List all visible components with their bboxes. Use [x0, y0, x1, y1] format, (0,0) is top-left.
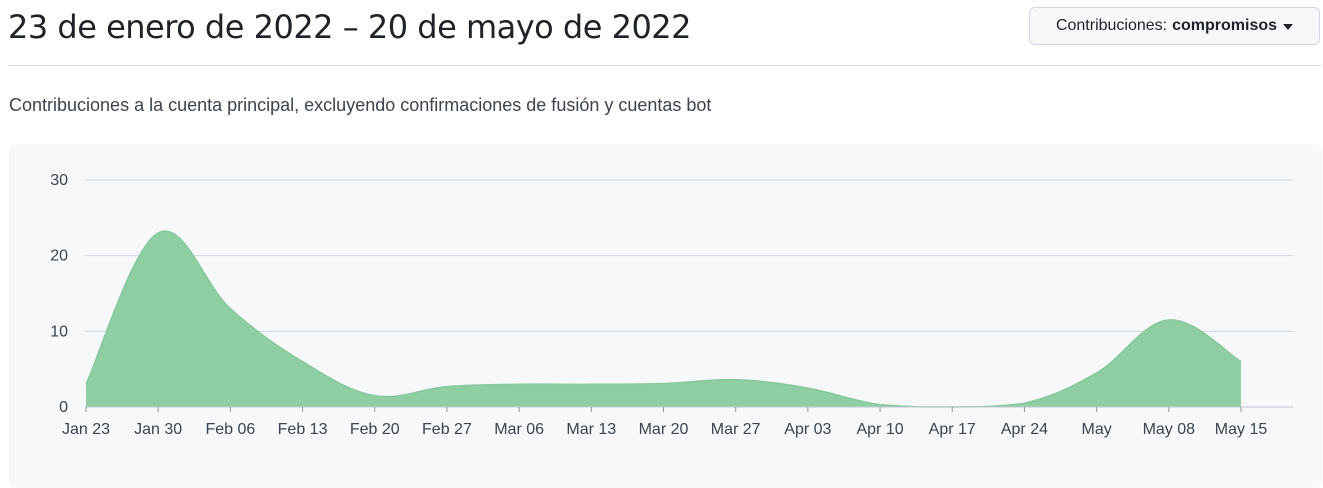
contributions-area — [86, 231, 1241, 407]
x-tick-label: Jan 30 — [134, 421, 182, 438]
y-tick-label: 30 — [50, 172, 68, 189]
x-tick-label: Mar 27 — [711, 421, 761, 438]
x-tick-label: May 08 — [1143, 421, 1196, 438]
x-tick-label: Feb 13 — [278, 421, 328, 438]
x-tick-label: Mar 13 — [566, 421, 616, 438]
x-tick-label: Mar 06 — [494, 421, 544, 438]
x-tick-label: Apr 17 — [929, 421, 976, 438]
caret-down-icon — [1283, 24, 1294, 30]
chart-area-layer — [85, 230, 1242, 408]
y-tick-label: 0 — [59, 399, 68, 416]
dropdown-label: Contribuciones: — [1055, 17, 1168, 34]
page-title: 23 de enero de 2022 – 20 de mayo de 2022 — [8, 8, 692, 46]
dropdown-selected-value: compromisos — [1172, 17, 1278, 34]
contributions-chart-panel: 0 10 20 30 Jan 23 Jan 30 Feb 06 Feb 13 Feb 20 Fe… — [9, 144, 1322, 488]
contributions-type-dropdown[interactable]: Contribuciones: compromisos — [1029, 7, 1320, 45]
y-tick-label: 10 — [50, 323, 68, 340]
x-tick-label: Mar 20 — [639, 421, 689, 438]
x-tick-label: May — [1082, 421, 1112, 438]
x-axis-ticks: Jan 23 Jan 30 Feb 06 Feb 13 Feb 20 Feb 27 Mar … — [62, 407, 1267, 438]
y-axis-ticks: 0 10 20 30 — [50, 172, 68, 416]
x-tick-label: Jan 23 — [62, 421, 110, 438]
x-tick-label: Apr 10 — [856, 421, 903, 438]
y-tick-label: 20 — [50, 248, 68, 265]
x-tick-label: Feb 06 — [205, 421, 255, 438]
header-divider — [8, 65, 1322, 66]
x-tick-label: Feb 27 — [422, 421, 472, 438]
x-tick-label: May 15 — [1215, 421, 1268, 438]
x-tick-label: Apr 24 — [1001, 421, 1048, 438]
x-tick-label: Apr 03 — [784, 421, 831, 438]
x-tick-label: Feb 20 — [350, 421, 400, 438]
contributions-area-chart: 0 10 20 30 Jan 23 Jan 30 Feb 06 Feb 13 Feb 20 Fe… — [50, 172, 1293, 438]
chart-description: Contribuciones a la cuenta principal, ex… — [9, 95, 712, 115]
chart-gridlines — [85, 179, 1293, 332]
page-header: 23 de enero de 2022 – 20 de mayo de 2022… — [0, 0, 1323, 66]
